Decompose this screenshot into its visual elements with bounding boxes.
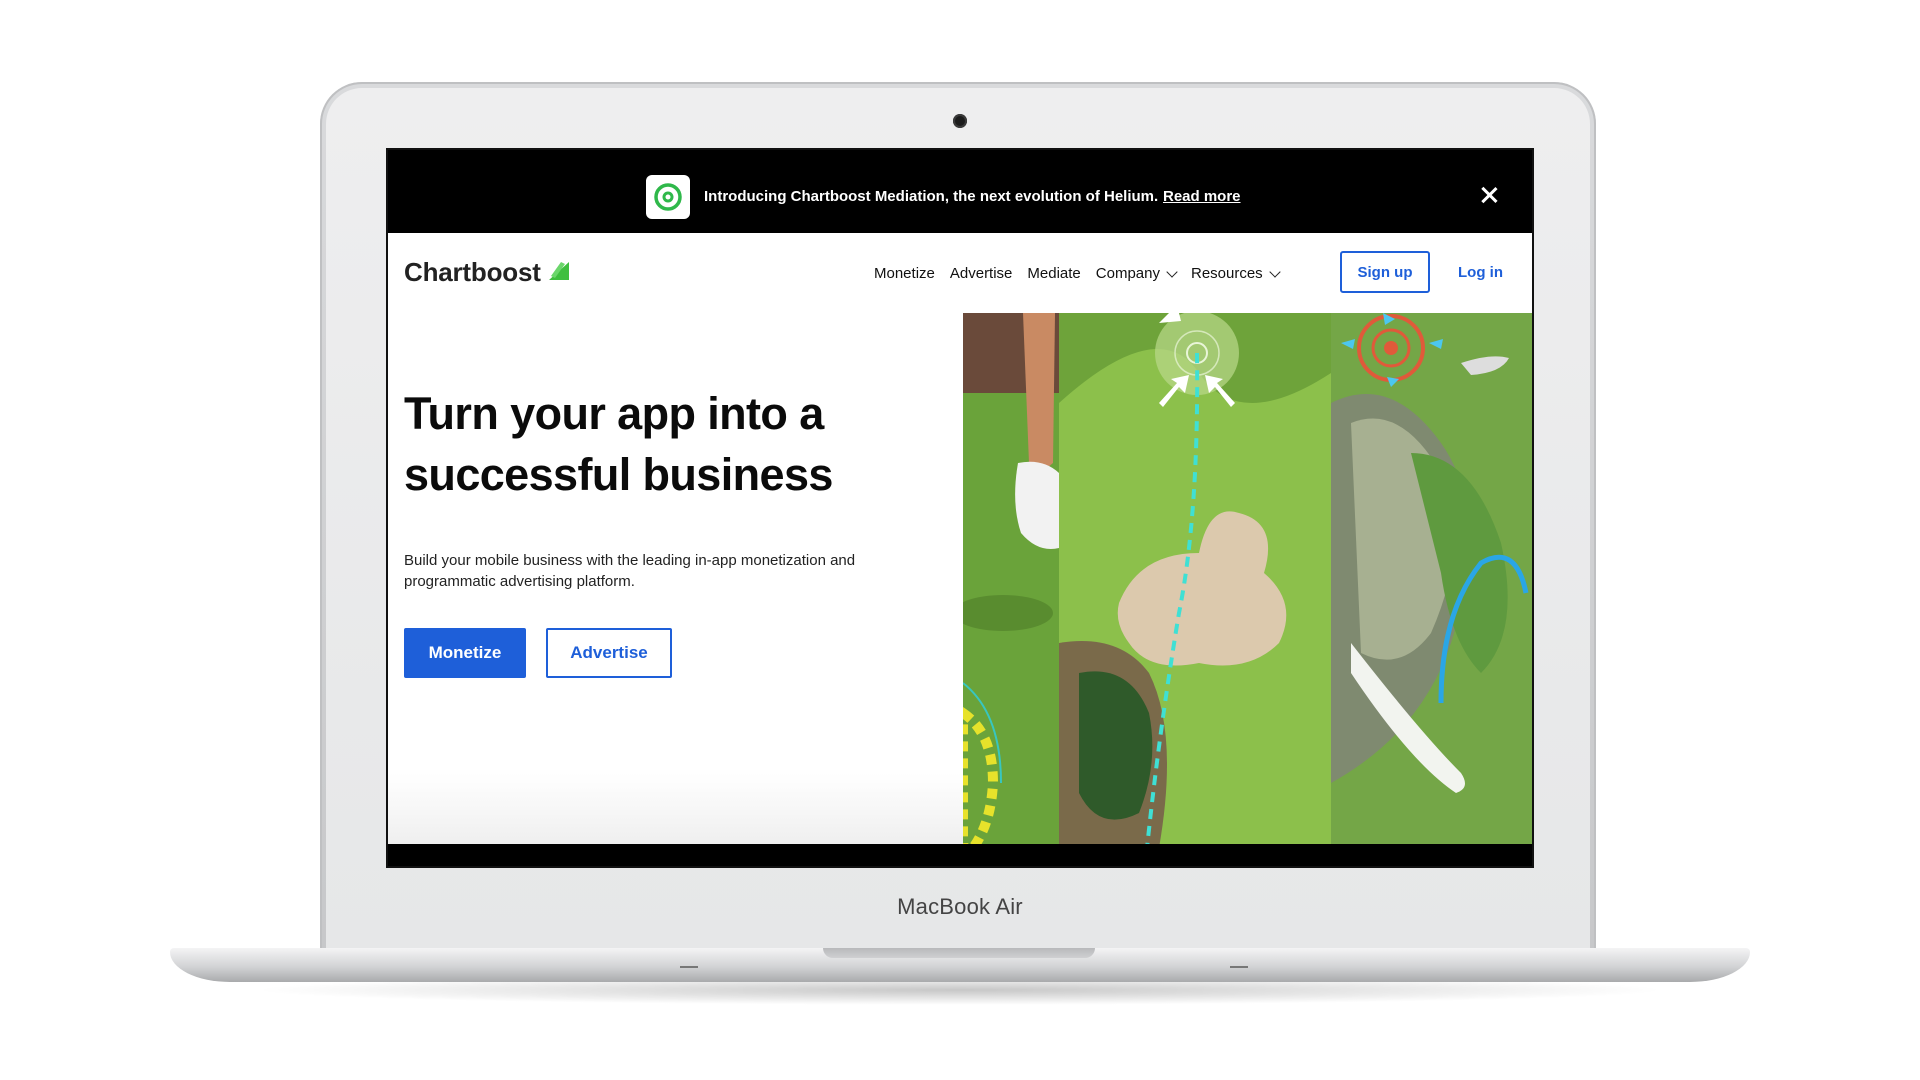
chartboost-logo-icon (548, 261, 569, 280)
chevron-down-icon (1166, 265, 1178, 278)
screen-bottom-bar (388, 844, 1532, 866)
nav-item-label: Company (1095, 265, 1160, 282)
webcam-icon (953, 114, 967, 128)
close-icon[interactable] (1478, 184, 1500, 206)
chartboost-mediation-logo-icon (646, 175, 690, 219)
announcement-text: Introducing Chartboost Mediation, the ne… (704, 188, 1159, 205)
chevron-down-icon (1269, 265, 1281, 278)
brand-logo[interactable]: Chartboost (404, 257, 571, 288)
laptop-foot (1230, 966, 1248, 968)
hero-title-line: Turn your app into a (404, 388, 824, 439)
laptop-foot (680, 966, 698, 968)
nav-item-monetize[interactable]: Monetize (874, 265, 935, 282)
monetize-button[interactable]: Monetize (404, 628, 526, 678)
nav-item-label: Advertise (949, 265, 1013, 282)
hero-bottom-fade (388, 773, 963, 848)
laptop-screen: Introducing Chartboost Mediation, the ne… (386, 148, 1534, 868)
log-in-link[interactable]: Log in (1458, 264, 1503, 281)
nav-item-company[interactable]: Company (1095, 265, 1178, 282)
hero-title-line: successful business (404, 449, 833, 500)
golf-course-3d-image (1331, 313, 1532, 848)
device-model-label: MacBook Air (897, 894, 1023, 919)
website: Chartboost Monetize Advertise Mediate Co… (388, 233, 1532, 848)
golf-course-aerial-image (1059, 313, 1331, 848)
hero-golf-game-image (963, 313, 1532, 848)
advertise-button[interactable]: Advertise (546, 628, 672, 678)
nav-item-label: Monetize (874, 265, 935, 282)
top-navigation: Chartboost Monetize Advertise Mediate Co… (388, 233, 1532, 313)
hero-title: Turn your app into a successful business (404, 383, 964, 505)
laptop-hinge-notch (823, 948, 1095, 958)
golfer-closeup-image (963, 313, 1059, 848)
nav-item-resources[interactable]: Resources (1190, 265, 1281, 282)
sign-up-button[interactable]: Sign up (1340, 251, 1430, 293)
announcement-bar: Introducing Chartboost Mediation, the ne… (388, 150, 1532, 233)
nav-item-advertise[interactable]: Advertise (950, 265, 1013, 282)
nav-item-label: Mediate (1027, 265, 1081, 282)
read-more-link[interactable]: Read more (1163, 188, 1241, 205)
hero-subtitle: Build your mobile business with the lead… (404, 552, 856, 590)
brand-name: Chartboost (404, 257, 541, 287)
nav-links: Monetize Advertise Mediate Company Resou… (874, 265, 1294, 282)
nav-item-label: Resources (1190, 265, 1263, 282)
nav-item-mediate[interactable]: Mediate (1027, 265, 1080, 282)
